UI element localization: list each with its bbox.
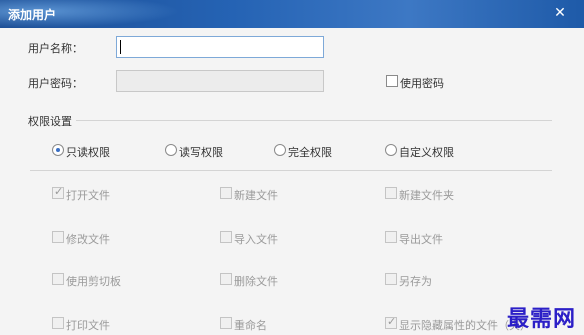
radio-readwrite[interactable] bbox=[165, 144, 177, 156]
checkbox-clipboard[interactable] bbox=[52, 273, 64, 285]
checkbox-save-as-label: 另存为 bbox=[399, 275, 432, 288]
checkbox-save-as[interactable] bbox=[385, 273, 397, 285]
checkbox-new-folder[interactable] bbox=[385, 187, 397, 199]
radio-full-label: 完全权限 bbox=[288, 146, 332, 159]
checkbox-show-hidden[interactable]: ✓ bbox=[385, 315, 397, 329]
checkbox-new-file-label: 新建文件 bbox=[234, 189, 278, 202]
radio-custom-label: 自定义权限 bbox=[399, 146, 454, 159]
checkbox-new-folder-label: 新建文件夹 bbox=[399, 189, 454, 202]
username-label: 用户名称： bbox=[28, 42, 83, 55]
radio-readonly-label: 只读权限 bbox=[66, 146, 110, 159]
close-button[interactable]: ✕ bbox=[550, 3, 570, 23]
permissions-group-title: 权限设置 bbox=[28, 113, 76, 129]
checkbox-print-file[interactable] bbox=[52, 317, 64, 329]
watermark-logo: 最需网 bbox=[506, 306, 576, 332]
window-title: 添加用户 bbox=[8, 8, 57, 22]
use-password-checkbox[interactable] bbox=[386, 75, 398, 87]
checkbox-delete-file[interactable] bbox=[220, 273, 232, 285]
checkbox-open-file[interactable]: ✓ bbox=[52, 185, 64, 199]
use-password-label: 使用密码 bbox=[400, 77, 444, 90]
checkbox-export-file-label: 导出文件 bbox=[399, 233, 443, 246]
radio-full[interactable] bbox=[274, 144, 286, 156]
radio-readonly[interactable] bbox=[52, 144, 64, 156]
dialog-content: 用户名称： 用户密码： 使用密码 权限设置 只读权限 读写权限 完全权限 自定义… bbox=[0, 28, 584, 335]
text-caret bbox=[120, 40, 121, 54]
checkbox-new-file[interactable] bbox=[220, 187, 232, 199]
group-divider bbox=[76, 120, 552, 121]
password-label: 用户密码： bbox=[28, 77, 83, 90]
checkbox-delete-file-label: 删除文件 bbox=[234, 275, 278, 288]
check-mark-icon: ✓ bbox=[387, 315, 397, 328]
checkbox-import-file-label: 导入文件 bbox=[234, 233, 278, 246]
radio-readwrite-label: 读写权限 bbox=[179, 146, 223, 159]
checkbox-rename[interactable] bbox=[220, 317, 232, 329]
checkbox-modify-file[interactable] bbox=[52, 231, 64, 243]
title-bar: 添加用户 ✕ bbox=[0, 0, 584, 28]
checkbox-import-file[interactable] bbox=[220, 231, 232, 243]
radio-custom[interactable] bbox=[385, 144, 397, 156]
options-divider bbox=[30, 170, 552, 171]
username-input[interactable] bbox=[116, 36, 324, 58]
checkbox-open-file-label: 打开文件 bbox=[66, 189, 110, 202]
checkbox-export-file[interactable] bbox=[385, 231, 397, 243]
checkbox-clipboard-label: 使用剪切板 bbox=[66, 275, 121, 288]
checkbox-modify-file-label: 修改文件 bbox=[66, 233, 110, 246]
checkbox-print-file-label: 打印文件 bbox=[66, 319, 110, 332]
password-input[interactable] bbox=[116, 70, 324, 92]
checkbox-rename-label: 重命名 bbox=[234, 319, 267, 332]
check-mark-icon: ✓ bbox=[54, 185, 64, 198]
